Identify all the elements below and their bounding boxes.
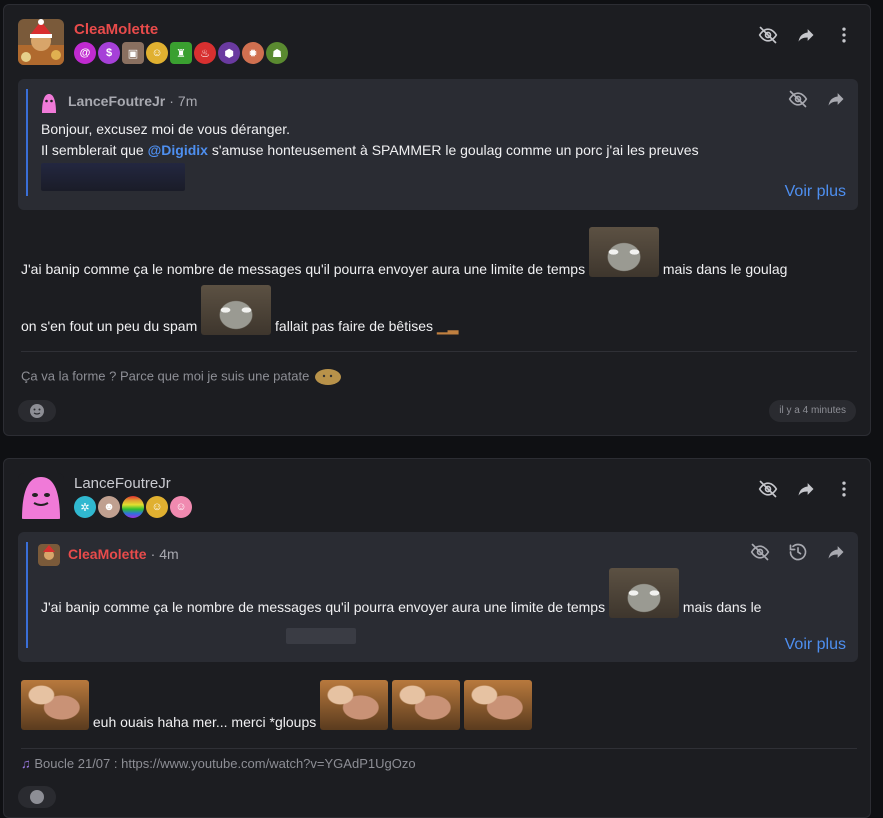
quote-author[interactable]: CleaMolette <box>68 546 147 562</box>
quote-text-segment: Il semblerait que <box>41 142 148 158</box>
quote-text: J'ai banip comme ça le nombre de message… <box>41 568 761 618</box>
emoji-icon <box>30 790 44 804</box>
quote-text-segment: mais dans le <box>678 599 762 615</box>
smiley-badge[interactable]: ☺ <box>146 42 168 64</box>
badge-list: ✲ ☻ ☺ ☺ <box>74 496 192 518</box>
divider <box>21 748 857 749</box>
quote-text-segment: s'amuse honteusement à SPAMMER le goulag… <box>207 142 699 158</box>
quote-line-2: Il semblerait que @Digidix s'amuse honte… <box>41 140 699 161</box>
separator-dot: · <box>169 93 174 109</box>
share-icon[interactable] <box>824 540 848 564</box>
pink-badge[interactable]: ☺ <box>170 496 192 518</box>
cube-badge[interactable]: ▣ <box>122 42 144 64</box>
share-icon[interactable] <box>794 477 818 501</box>
history-icon[interactable] <box>786 540 810 564</box>
quote-time: 7m <box>177 93 198 109</box>
author-name[interactable]: LanceFoutreJr <box>74 475 171 492</box>
quote-actions <box>748 540 848 564</box>
avatar[interactable] <box>18 473 64 519</box>
add-reaction-button[interactable] <box>18 400 56 422</box>
emoji-icon <box>30 404 44 418</box>
signature: ♫ Boucle 21/07 : https://www.youtube.com… <box>21 756 416 771</box>
cola-badge[interactable]: ♨ <box>194 42 216 64</box>
meme-emote-image[interactable] <box>320 680 389 730</box>
quote-text-segment: J'ai banip comme ça le nombre de message… <box>41 599 609 615</box>
quote-avatar[interactable] <box>38 91 60 113</box>
more-icon[interactable] <box>832 477 856 501</box>
quote-avatar[interactable] <box>38 544 60 566</box>
message-line: euh ouais haha mer... merci *gloups <box>21 680 532 730</box>
hide-icon[interactable] <box>756 23 780 47</box>
signature-text: Ça va la forme ? Parce que moi je suis u… <box>21 368 310 384</box>
dollar-badge[interactable]: $ <box>98 42 120 64</box>
sweat-emoji-icon: ▁▂ <box>436 318 459 334</box>
robot-badge[interactable]: ☗ <box>266 42 288 64</box>
sun-badge[interactable]: ✹ <box>242 42 264 64</box>
potato-icon <box>314 369 341 385</box>
quote-header: LanceFoutreJr · 7m <box>68 93 197 109</box>
mention-link[interactable]: @Digidix <box>148 142 208 158</box>
message-text: J'ai banip comme ça le nombre de message… <box>21 261 589 277</box>
post-actions <box>756 477 856 501</box>
signature-text[interactable]: Boucle 21/07 : https://www.youtube.com/w… <box>34 756 415 771</box>
quote-author[interactable]: LanceFoutreJr <box>68 93 165 109</box>
quote-text: Bonjour, excusez moi de vous déranger. I… <box>41 119 699 161</box>
badge-list: @ $ ▣ ☺ ♜ ♨ ⬢ ✹ ☗ <box>74 42 288 64</box>
post-card: LanceFoutreJr ✲ ☻ ☺ ☺ CleaMolette · 4m J… <box>3 458 871 818</box>
cyan-badge[interactable]: ✲ <box>74 496 96 518</box>
message-text: fallait pas faire de bêtises <box>271 318 434 334</box>
hide-icon[interactable] <box>756 477 780 501</box>
spiral-badge[interactable]: @ <box>74 42 96 64</box>
rainbow-badge[interactable] <box>122 496 144 518</box>
message-text: mais dans le goulag <box>658 261 788 277</box>
quote-line-1: Bonjour, excusez moi de vous déranger. <box>41 121 291 137</box>
author-name[interactable]: CleaMolette <box>74 21 158 38</box>
quote-bar <box>26 542 28 648</box>
quote-actions <box>786 87 848 111</box>
post-timestamp: il y a 4 minutes <box>769 400 856 422</box>
meme-emote-image[interactable] <box>392 680 461 730</box>
cat-emote-image[interactable] <box>588 227 659 277</box>
message-text: on s'en fout un peu du spam <box>21 318 202 334</box>
see-more-link[interactable]: Voir plus <box>785 636 846 654</box>
cat-emote-image[interactable] <box>608 568 679 618</box>
meme-emote-image[interactable] <box>21 680 89 730</box>
share-icon[interactable] <box>824 87 848 111</box>
divider <box>21 351 857 352</box>
message-line: J'ai banip comme ça le nombre de message… <box>21 227 787 277</box>
add-reaction-button[interactable] <box>18 786 56 808</box>
signature: Ça va la forme ? Parce que moi je suis u… <box>21 367 343 387</box>
image-thumbnail[interactable] <box>286 628 356 644</box>
quote-time: 4m <box>159 546 179 562</box>
separator-dot: · <box>150 546 156 562</box>
music-note-icon: ♫ <box>21 756 31 771</box>
post-actions <box>756 23 856 47</box>
hide-icon[interactable] <box>748 540 772 564</box>
face-badge[interactable]: ☻ <box>98 496 120 518</box>
post-card: CleaMolette @ $ ▣ ☺ ♜ ♨ ⬢ ✹ ☗ LanceFoutr… <box>3 4 871 436</box>
smiley-badge[interactable]: ☺ <box>146 496 168 518</box>
more-icon[interactable] <box>832 23 856 47</box>
hide-icon[interactable] <box>786 87 810 111</box>
hex-badge[interactable]: ⬢ <box>218 42 240 64</box>
see-more-link[interactable]: Voir plus <box>785 183 846 201</box>
meme-emote-image[interactable] <box>463 680 532 730</box>
screenshot-thumbnail[interactable] <box>41 163 185 191</box>
quoted-message[interactable]: LanceFoutreJr · 7m Bonjour, excusez moi de… <box>18 79 858 210</box>
quote-bar <box>26 89 28 196</box>
quote-header: CleaMolette · 4m <box>68 546 179 562</box>
message-text: euh ouais haha mer... merci *gloups <box>89 714 321 730</box>
crest-badge[interactable]: ♜ <box>170 42 192 64</box>
message-line: on s'en fout un peu du spam fallait pas … <box>21 285 458 335</box>
cat-emote-image[interactable] <box>201 285 272 335</box>
quoted-message[interactable]: CleaMolette · 4m J'ai banip comme ça le no… <box>18 532 858 662</box>
share-icon[interactable] <box>794 23 818 47</box>
avatar[interactable] <box>18 19 64 65</box>
